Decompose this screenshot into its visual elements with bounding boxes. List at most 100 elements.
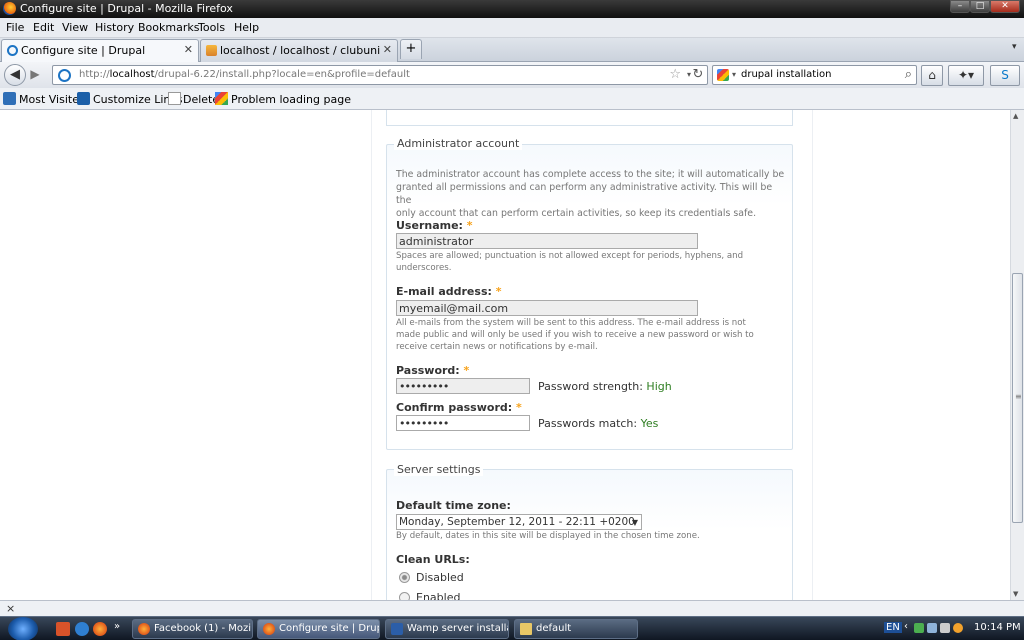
bookmarks-toolbar: Most Visited Customize Links Delete Prob… xyxy=(0,88,1024,110)
radio-disabled[interactable] xyxy=(399,572,410,583)
minimize-icon[interactable]: – xyxy=(950,0,970,13)
tray-expand-icon[interactable]: ‹ xyxy=(904,621,908,632)
menu-view[interactable]: View xyxy=(62,21,88,34)
quicklaunch-overflow-icon[interactable]: » xyxy=(114,621,120,632)
close-tab-icon[interactable]: ✕ xyxy=(184,43,193,56)
menu-file[interactable]: File xyxy=(6,21,24,34)
admin-account-legend: Administrator account xyxy=(394,137,523,150)
home-button[interactable]: ⌂ xyxy=(921,65,943,86)
word-icon xyxy=(391,623,403,635)
new-tab-button[interactable]: + xyxy=(400,39,422,59)
taskbar-wamp[interactable]: Wamp server installa... xyxy=(385,619,509,639)
windows-taskbar: » Facebook (1) - Mozill... Configure sit… xyxy=(0,616,1024,640)
window-title: Configure site | Drupal - Mozilla Firefo… xyxy=(20,2,233,15)
clean-urls-label: Clean URLs: xyxy=(396,553,470,566)
username-input[interactable]: administrator xyxy=(396,233,698,249)
customize-links-icon xyxy=(77,92,90,105)
menu-tools[interactable]: Tools xyxy=(198,21,225,34)
bookmark-problem-loading-page[interactable]: Problem loading page xyxy=(231,93,351,106)
tab-label: Configure site | Drupal xyxy=(21,44,146,57)
wamp-icon[interactable] xyxy=(953,623,963,633)
close-tab-icon[interactable]: ✕ xyxy=(383,43,392,56)
page-icon xyxy=(168,92,181,105)
server-settings-legend: Server settings xyxy=(394,463,484,476)
page-content: Administrator account The administrator … xyxy=(0,110,1010,600)
menu-bookmarks[interactable]: Bookmarks xyxy=(138,21,199,34)
tab-bar: Configure site | Drupal ✕ localhost / lo… xyxy=(0,38,1024,62)
skype-icon[interactable]: S xyxy=(990,65,1020,86)
window-titlebar: Configure site | Drupal - Mozilla Firefo… xyxy=(0,0,1024,18)
firefox-icon xyxy=(263,623,275,635)
username-help: Spaces are allowed; punctuation is not a… xyxy=(396,251,744,273)
back-button[interactable]: ◀ xyxy=(4,64,26,86)
username-label: Username: * xyxy=(396,219,473,232)
passwords-match: Passwords match: Yes xyxy=(538,417,659,430)
admin-account-description: The administrator account has complete a… xyxy=(396,169,785,219)
addon-menu-button[interactable]: ✦▾ xyxy=(948,65,984,86)
url-bar[interactable]: http://localhost/drupal-6.22/install.php… xyxy=(52,65,708,85)
close-findbar-icon[interactable]: × xyxy=(6,602,15,615)
search-box[interactable]: ▾ drupal installation ⌕ xyxy=(712,65,917,85)
timezone-label: Default time zone: xyxy=(396,499,511,512)
drupal-favicon-icon xyxy=(7,45,18,56)
taskbar-configure-site[interactable]: Configure site | Drup... xyxy=(257,619,380,639)
tab-phpmyadmin[interactable]: localhost / localhost / clubuniverse | .… xyxy=(200,39,398,62)
bookmark-delete[interactable]: Delete xyxy=(183,93,219,106)
menu-history[interactable]: History xyxy=(95,21,134,34)
bookmark-most-visited[interactable]: Most Visited xyxy=(19,93,86,106)
taskbar-facebook[interactable]: Facebook (1) - Mozill... xyxy=(132,619,253,639)
vertical-scrollbar[interactable]: ▲ ≡ ▼ xyxy=(1010,110,1024,600)
forward-button[interactable]: ▶ xyxy=(26,66,44,84)
clock[interactable]: 10:14 PM xyxy=(974,622,1021,633)
email-input[interactable]: myemail@mail.com xyxy=(396,300,698,316)
menu-help[interactable]: Help xyxy=(234,21,259,34)
most-visited-icon xyxy=(3,92,16,105)
tray-app-icon[interactable] xyxy=(914,623,924,633)
folder-icon xyxy=(520,623,532,635)
radio-enabled[interactable] xyxy=(399,592,410,600)
bookmark-star-icon[interactable]: ☆ xyxy=(669,67,681,82)
menu-edit[interactable]: Edit xyxy=(33,21,54,34)
search-query: drupal installation xyxy=(741,69,832,80)
tab-list-chevron-icon[interactable]: ▾ xyxy=(1012,42,1017,52)
language-indicator[interactable]: EN xyxy=(884,622,902,633)
email-help: All e-mails from the system will be sent… xyxy=(396,318,754,352)
phpmyadmin-favicon-icon xyxy=(206,45,217,56)
timezone-help: By default, dates in this site will be d… xyxy=(396,531,700,541)
timezone-value: Monday, September 12, 2011 - 22:11 +0200 xyxy=(399,516,635,528)
scroll-down-icon[interactable]: ▼ xyxy=(1013,590,1018,598)
firefox-icon xyxy=(138,623,150,635)
close-window-icon[interactable]: ✕ xyxy=(990,0,1020,13)
scroll-up-icon[interactable]: ▲ xyxy=(1013,112,1018,120)
volume-icon[interactable] xyxy=(940,623,950,633)
start-button[interactable] xyxy=(8,617,38,640)
ie-icon[interactable] xyxy=(75,622,89,636)
search-icon[interactable]: ⌕ xyxy=(905,67,912,82)
maximize-icon[interactable]: □ xyxy=(970,0,990,13)
chevron-down-icon: ▼ xyxy=(631,518,638,527)
password-input[interactable]: ••••••••• xyxy=(396,378,530,394)
taskbar-default-folder[interactable]: default xyxy=(514,619,638,639)
email-label: E-mail address: * xyxy=(396,285,502,298)
tab-configure-site[interactable]: Configure site | Drupal ✕ xyxy=(1,39,199,62)
password-label: Password: * xyxy=(396,364,470,377)
previous-fieldset xyxy=(386,110,793,126)
scrollbar-thumb[interactable]: ≡ xyxy=(1012,273,1023,523)
option-enabled-label: Enabled xyxy=(416,591,461,600)
firefox-icon[interactable] xyxy=(93,622,107,636)
google-icon[interactable] xyxy=(717,69,729,81)
password-strength: Password strength: High xyxy=(538,380,672,393)
confirm-password-label: Confirm password: * xyxy=(396,401,522,414)
grip-icon: ≡ xyxy=(1015,392,1022,401)
menu-bar: File Edit View History Bookmarks Tools H… xyxy=(0,18,1024,38)
quicklaunch-app-icon[interactable] xyxy=(56,622,70,636)
find-bar: × xyxy=(0,600,1024,616)
site-identity-icon[interactable] xyxy=(58,69,71,82)
search-engine-dropdown-icon[interactable]: ▾ xyxy=(732,70,736,79)
timezone-select[interactable]: Monday, September 12, 2011 - 22:11 +0200… xyxy=(396,514,642,530)
reload-icon[interactable]: ↻ xyxy=(690,66,706,84)
confirm-password-input[interactable]: ••••••••• xyxy=(396,415,530,431)
google-favicon-icon xyxy=(215,92,228,105)
url-text: http://localhost/drupal-6.22/install.php… xyxy=(79,69,410,80)
network-icon[interactable] xyxy=(927,623,937,633)
